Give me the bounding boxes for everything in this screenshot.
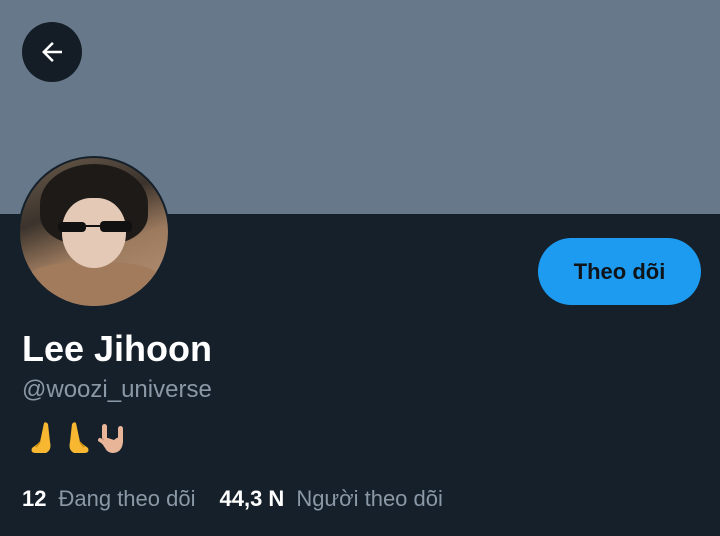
love-you-gesture-emoji-icon (98, 424, 123, 453)
profile-stats: 12 Đang theo dõi 44,3 N Người theo dõi (22, 486, 467, 512)
following-label[interactable]: Đang theo dõi (58, 486, 195, 512)
profile-name: Lee Jihoon (22, 328, 213, 369)
avatar-image (20, 158, 168, 306)
arrow-left-icon (42, 42, 62, 62)
avatar[interactable] (18, 156, 170, 308)
follow-button[interactable]: Theo dõi (538, 238, 701, 305)
folded-hands-emoji-icon (31, 422, 51, 453)
followers-label[interactable]: Người theo dõi (296, 486, 443, 512)
profile-bio (26, 420, 129, 456)
folded-hands-emoji-icon-2 (69, 422, 89, 453)
following-count[interactable]: 12 (22, 486, 46, 512)
back-button[interactable] (22, 22, 82, 82)
followers-count[interactable]: 44,3 N (219, 486, 284, 512)
profile-handle: @woozi_universe (22, 376, 212, 403)
